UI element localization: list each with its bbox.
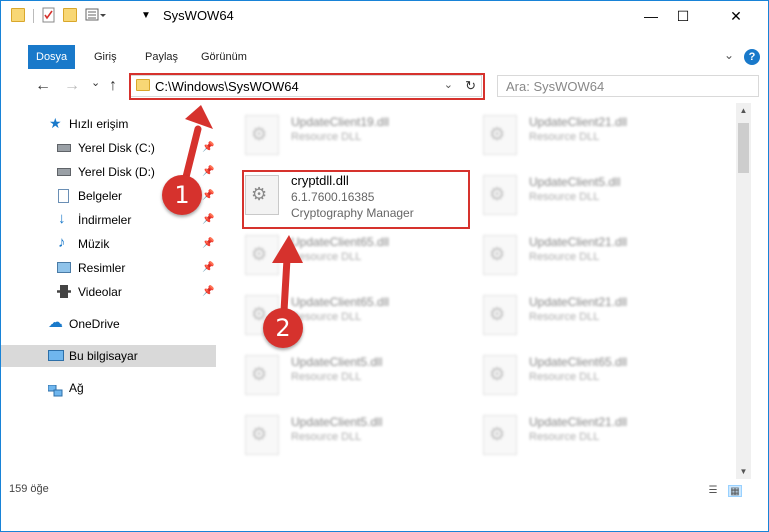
callout-2: 2	[263, 308, 303, 348]
explorer-window: ▼ SysWOW64 — ☐ ✕ Dosya Giriş Paylaş Görü…	[0, 0, 769, 532]
callout-1: 1	[162, 175, 202, 215]
annotation-arrows	[181, 105, 303, 315]
